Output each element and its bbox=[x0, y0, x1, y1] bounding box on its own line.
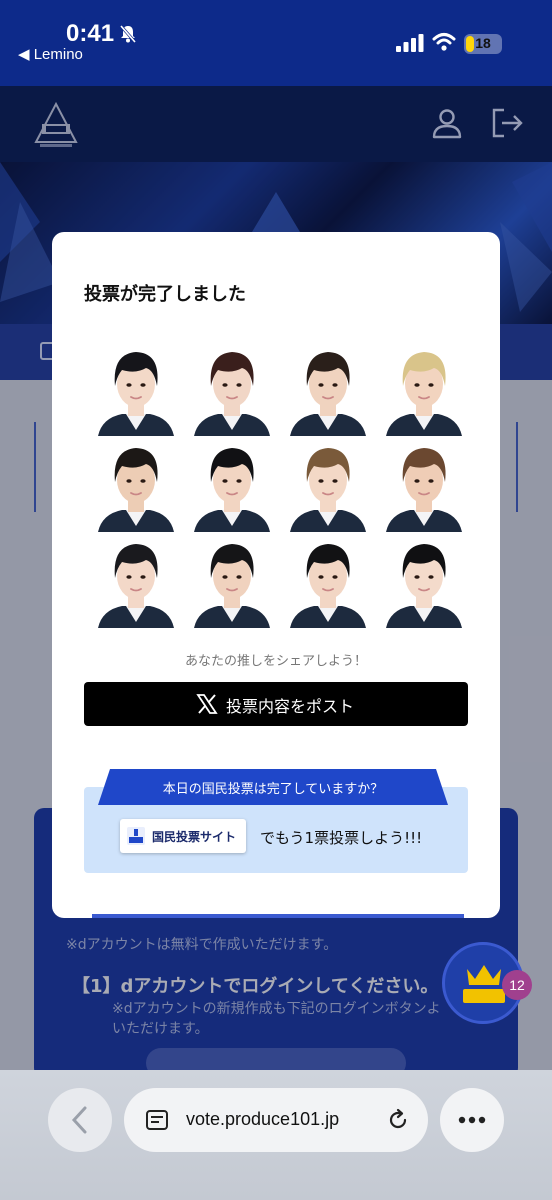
portrait-image bbox=[194, 544, 270, 628]
national-vote-site-button[interactable]: 国民投票サイト bbox=[120, 819, 246, 853]
post-to-x-button[interactable]: 投票内容をポスト bbox=[84, 682, 468, 726]
trainee-portrait bbox=[280, 532, 376, 628]
back-to-app-link[interactable]: ◀ Lemino bbox=[18, 45, 83, 63]
cellular-signal-icon bbox=[396, 34, 424, 52]
portrait-image bbox=[98, 448, 174, 532]
share-prompt: あなたの推しをシェアしよう！ bbox=[184, 654, 367, 669]
ribbon-text: 本日の国民投票は完了していますか？ bbox=[162, 782, 384, 797]
x-logo-icon bbox=[196, 694, 218, 714]
divider bbox=[92, 914, 464, 918]
trainee-portrait bbox=[88, 532, 184, 628]
reload-icon[interactable] bbox=[386, 1108, 410, 1132]
portrait-image bbox=[194, 352, 270, 436]
notification-badge: 12 bbox=[502, 970, 532, 1000]
more-options-button[interactable] bbox=[440, 1088, 504, 1152]
portrait-image bbox=[290, 352, 366, 436]
trainee-portrait bbox=[376, 532, 472, 628]
portrait-image bbox=[290, 544, 366, 628]
portrait-image bbox=[386, 544, 462, 628]
browser-toolbar: vote.produce101.jp bbox=[0, 1070, 552, 1200]
modal-title: 投票が完了しました bbox=[84, 284, 246, 305]
page-menu-icon[interactable] bbox=[146, 1110, 168, 1130]
ellipsis-icon bbox=[458, 1116, 486, 1124]
site-button-label: 国民投票サイト bbox=[152, 830, 237, 844]
trainee-portrait bbox=[184, 532, 280, 628]
portrait-image bbox=[386, 448, 462, 532]
trainee-portrait bbox=[184, 340, 280, 436]
battery-level: 18 bbox=[475, 35, 491, 51]
browser-back-button[interactable] bbox=[48, 1088, 112, 1152]
portrait-image bbox=[98, 544, 174, 628]
ballot-box-icon bbox=[463, 965, 505, 1003]
trainee-portrait bbox=[280, 436, 376, 532]
vote-more-text: でもう1票投票しよう!!! bbox=[260, 829, 423, 847]
trainee-portrait bbox=[184, 436, 280, 532]
voted-trainees-grid bbox=[88, 340, 472, 628]
status-time: 0:41 bbox=[66, 20, 115, 47]
ballot-box-icon bbox=[127, 827, 145, 845]
address-bar[interactable]: vote.produce101.jp bbox=[124, 1088, 428, 1152]
chevron-left-icon bbox=[71, 1106, 87, 1134]
portrait-image bbox=[386, 352, 462, 436]
trainee-portrait bbox=[376, 436, 472, 532]
trainee-portrait bbox=[376, 340, 472, 436]
bell-muted-icon bbox=[119, 25, 137, 43]
portrait-image bbox=[194, 448, 270, 532]
url-text: vote.produce101.jp bbox=[186, 1109, 340, 1129]
battery-indicator: 18 bbox=[464, 34, 502, 54]
status-bar: 0:41 ◀ Lemino 18 bbox=[0, 0, 552, 86]
wifi-icon bbox=[432, 33, 456, 51]
post-button-label: 投票内容をポスト bbox=[226, 697, 355, 716]
trainee-portrait bbox=[280, 340, 376, 436]
vote-complete-modal: 投票が完了しました あなたの推しをシェアしよう！ 投票内容をポスト 国民投票サイ… bbox=[52, 232, 500, 918]
trainee-portrait bbox=[88, 340, 184, 436]
portrait-image bbox=[290, 448, 366, 532]
vote-reminder-ribbon: 本日の国民投票は完了していますか？ bbox=[98, 769, 448, 805]
portrait-image bbox=[98, 352, 174, 436]
trainee-portrait bbox=[88, 436, 184, 532]
